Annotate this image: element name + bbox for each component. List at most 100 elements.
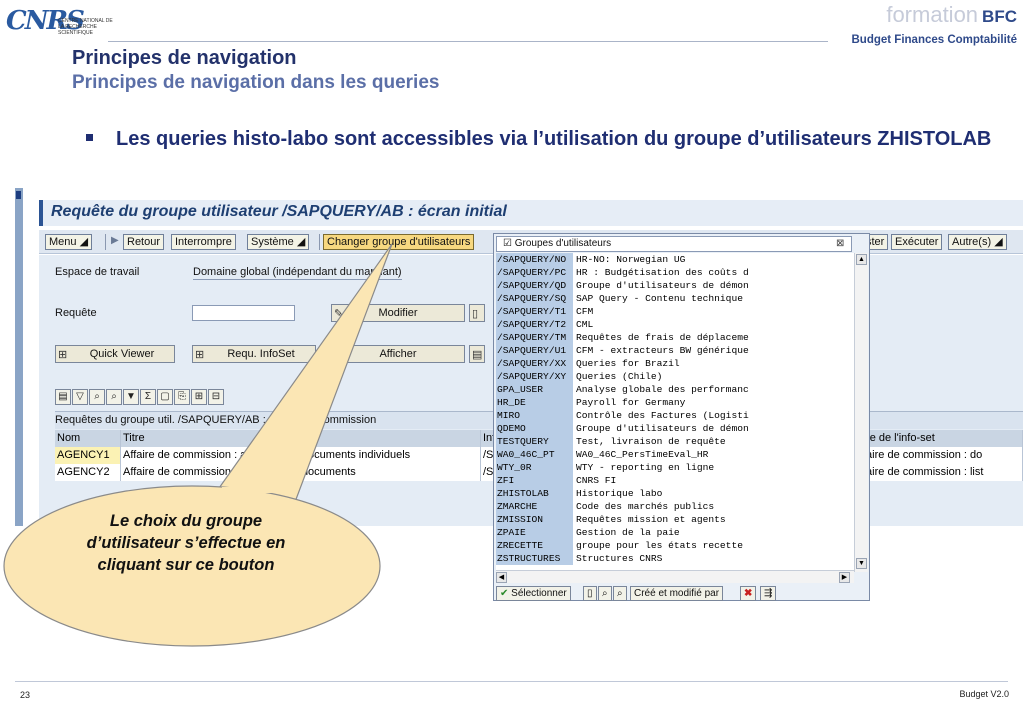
list-item[interactable]: /SAPQUERY/TM Requêtes de frais de déplace… bbox=[496, 331, 854, 344]
systeme-button[interactable]: Système ◢ bbox=[247, 234, 310, 250]
list-item-value: Historique labo bbox=[576, 488, 663, 499]
list-item[interactable]: /SAPQUERY/U1 CFM - extracteurs BW génériq… bbox=[496, 344, 854, 357]
dropdown-icon[interactable]: ⊠ bbox=[836, 238, 844, 249]
list-item[interactable]: WTY_0R WTY - reporting en ligne bbox=[496, 461, 854, 474]
list-item[interactable]: ZMARCHE Code des marchés publics bbox=[496, 500, 854, 513]
grid-cell-nom[interactable]: AGENCY2 bbox=[55, 464, 121, 481]
list-item[interactable]: /SAPQUERY/QD Groupe d'utilisateurs de dém… bbox=[496, 279, 854, 292]
scroll-down-icon[interactable]: ▼ bbox=[856, 558, 867, 569]
filter-icon[interactable]: ▼ bbox=[123, 389, 139, 405]
list-item[interactable]: HR_DE Payroll for Germany bbox=[496, 396, 854, 409]
find-next-button[interactable]: ⌕ bbox=[613, 586, 627, 601]
quick-viewer-button[interactable]: ⊞ Quick Viewer bbox=[55, 345, 175, 363]
list-item[interactable]: ZMISSION Requêtes mission et agents bbox=[496, 513, 854, 526]
sum-icon[interactable]: Σ bbox=[140, 389, 156, 405]
new-document-button[interactable]: ▯ bbox=[469, 304, 485, 322]
list-item-value: Structures CNRS bbox=[576, 553, 663, 564]
changer-groupe-utilisateurs-button[interactable]: Changer groupe d'utilisateurs bbox=[323, 234, 475, 250]
espace-travail-value[interactable]: Domaine global (indépendant du mandant) bbox=[193, 266, 402, 280]
list-item-value: Gestion de la paie bbox=[576, 527, 680, 538]
list-item-value: Requêtes de frais de déplaceme bbox=[576, 332, 749, 343]
document-icon: ▯ bbox=[587, 588, 593, 599]
menu-button-label: Menu bbox=[49, 236, 77, 248]
column-header-nom[interactable]: Nom bbox=[55, 430, 121, 447]
list-item-key: ZSTRUCTURES bbox=[496, 552, 573, 565]
find-next-icon[interactable]: ⌕ bbox=[106, 389, 122, 405]
list-item[interactable]: GPA_USER Analyse globale des performanc bbox=[496, 383, 854, 396]
list-item[interactable]: QDEMO Groupe d'utilisateurs de démon bbox=[496, 422, 854, 435]
scroll-left-icon[interactable]: ◀ bbox=[496, 572, 507, 583]
horizontal-scrollbar[interactable]: ◀ ▶ bbox=[496, 570, 854, 583]
sap-left-bar bbox=[15, 188, 23, 526]
document-view-icon: ▤ bbox=[472, 349, 483, 361]
requete-input[interactable] bbox=[192, 305, 295, 321]
print-icon[interactable]: ▤ bbox=[55, 389, 71, 405]
list-item-value: CFM - extracteurs BW générique bbox=[576, 345, 749, 356]
list-item-key: ZHISTOLAB bbox=[496, 487, 573, 500]
cree-modifie-par-button[interactable]: Créé et modifié par bbox=[630, 586, 724, 601]
list-item-key: /SAPQUERY/T1 bbox=[496, 305, 573, 318]
list-item[interactable]: ZFI CNRS FI bbox=[496, 474, 854, 487]
view-icon[interactable]: ▢ bbox=[157, 389, 173, 405]
scroll-up-icon[interactable]: ▲ bbox=[856, 254, 867, 265]
layout-icon[interactable]: ⊞ bbox=[191, 389, 207, 405]
list-item-value: WTY - reporting en ligne bbox=[576, 462, 715, 473]
list-item[interactable]: /SAPQUERY/XY Queries (Chile) bbox=[496, 370, 854, 383]
selectionner-button-label: Sélectionner bbox=[511, 588, 567, 599]
list-item-key: ZRECETTE bbox=[496, 539, 573, 552]
bfc-tagline: Budget Finances Comptabilité bbox=[851, 34, 1018, 46]
user-group-search-field[interactable]: ☑ Groupes d'utilisateurs bbox=[496, 236, 852, 252]
selectionner-button[interactable]: ✔ Sélectionner bbox=[496, 586, 571, 601]
interrompre-button[interactable]: Interrompre bbox=[171, 234, 236, 250]
details-icon[interactable]: ▽ bbox=[72, 389, 88, 405]
help-button[interactable]: ⇶ bbox=[760, 586, 777, 601]
systeme-button-label: Système bbox=[251, 236, 294, 248]
export-icon[interactable]: ⎘ bbox=[174, 389, 190, 405]
detail-button[interactable]: ▯ bbox=[583, 586, 597, 601]
list-item[interactable]: /SAPQUERY/T1 CFM bbox=[496, 305, 854, 318]
find-icon: ⌕ bbox=[602, 588, 608, 599]
list-item[interactable]: /SAPQUERY/SQ SAP Query - Contenu techniqu… bbox=[496, 292, 854, 305]
vertical-scrollbar[interactable]: ▲ ▼ bbox=[854, 253, 868, 572]
display-document-button[interactable]: ▤ bbox=[469, 345, 485, 363]
column-header-titre-infoset[interactable]: tre de l'info-set bbox=[861, 430, 1023, 447]
list-item-value: Queries for Brazil bbox=[576, 358, 680, 369]
list-item[interactable]: ZRECETTE groupe pour les états recette bbox=[496, 539, 854, 552]
grid-cell-nom[interactable]: AGENCY1 bbox=[55, 447, 121, 464]
cnrs-logo-subtitle: CENTRE NATIONAL DE LA RECHERCHE SCIENTIF… bbox=[58, 18, 113, 36]
quick-viewer-button-label: Quick Viewer bbox=[89, 348, 155, 360]
list-item-value: Requêtes mission et agents bbox=[576, 514, 726, 525]
sap-left-bar-arrow-icon[interactable] bbox=[16, 191, 21, 199]
executer-button[interactable]: Exécuter bbox=[891, 234, 943, 250]
list-item[interactable]: ZSTRUCTURES Structures CNRS bbox=[496, 552, 854, 565]
list-item[interactable]: MIRO Contrôle des Factures (Logisti bbox=[496, 409, 854, 422]
list-item-key: /SAPQUERY/NO bbox=[496, 253, 573, 266]
list-item[interactable]: TESTQUERY Test, livraison de requête bbox=[496, 435, 854, 448]
retour-button[interactable]: Retour bbox=[123, 234, 165, 250]
menu-button[interactable]: Menu ◢ bbox=[45, 234, 93, 250]
list-item[interactable]: WA0_46C_PT WA0_46C_PersTimeEval_HR bbox=[496, 448, 854, 461]
autres-button[interactable]: Autre(s) ◢ bbox=[948, 234, 1007, 250]
list-item[interactable]: /SAPQUERY/PC HR : Budgétisation des coûts… bbox=[496, 266, 854, 279]
afficher-button[interactable]: ◎ Afficher bbox=[331, 345, 465, 363]
scroll-right-icon[interactable]: ▶ bbox=[839, 572, 850, 583]
column-header-titre[interactable]: Titre bbox=[121, 430, 481, 447]
bfc-logo: formation BFC Budget Finances Comptabilit… bbox=[797, 2, 1018, 52]
find-button[interactable]: ⌕ bbox=[598, 586, 612, 601]
list-item-key: /SAPQUERY/XX bbox=[496, 357, 573, 370]
list-item[interactable]: ZPAIE Gestion de la paie bbox=[496, 526, 854, 539]
find-icon[interactable]: ⌕ bbox=[89, 389, 105, 405]
list-item-value: SAP Query - Contenu technique bbox=[576, 293, 743, 304]
user-group-search-value: Groupes d'utilisateurs bbox=[514, 238, 612, 249]
list-item[interactable]: /SAPQUERY/NO HR-NO: Norwegian UG bbox=[496, 253, 854, 266]
list-item-key: /SAPQUERY/XY bbox=[496, 370, 573, 383]
list-item-value: CML bbox=[576, 319, 594, 330]
requ-infoset-button[interactable]: ⊞ Requ. InfoSet bbox=[192, 345, 316, 363]
list-item[interactable]: /SAPQUERY/T2 CML bbox=[496, 318, 854, 331]
cancel-button[interactable]: ✖ bbox=[740, 586, 757, 601]
list-item-key: ZMARCHE bbox=[496, 500, 573, 513]
list-item[interactable]: ZHISTOLAB Historique labo bbox=[496, 487, 854, 500]
columns-icon[interactable]: ⊟ bbox=[208, 389, 224, 405]
list-item[interactable]: /SAPQUERY/XX Queries for Brazil bbox=[496, 357, 854, 370]
modifier-button[interactable]: ✎ Modifier bbox=[331, 304, 465, 322]
